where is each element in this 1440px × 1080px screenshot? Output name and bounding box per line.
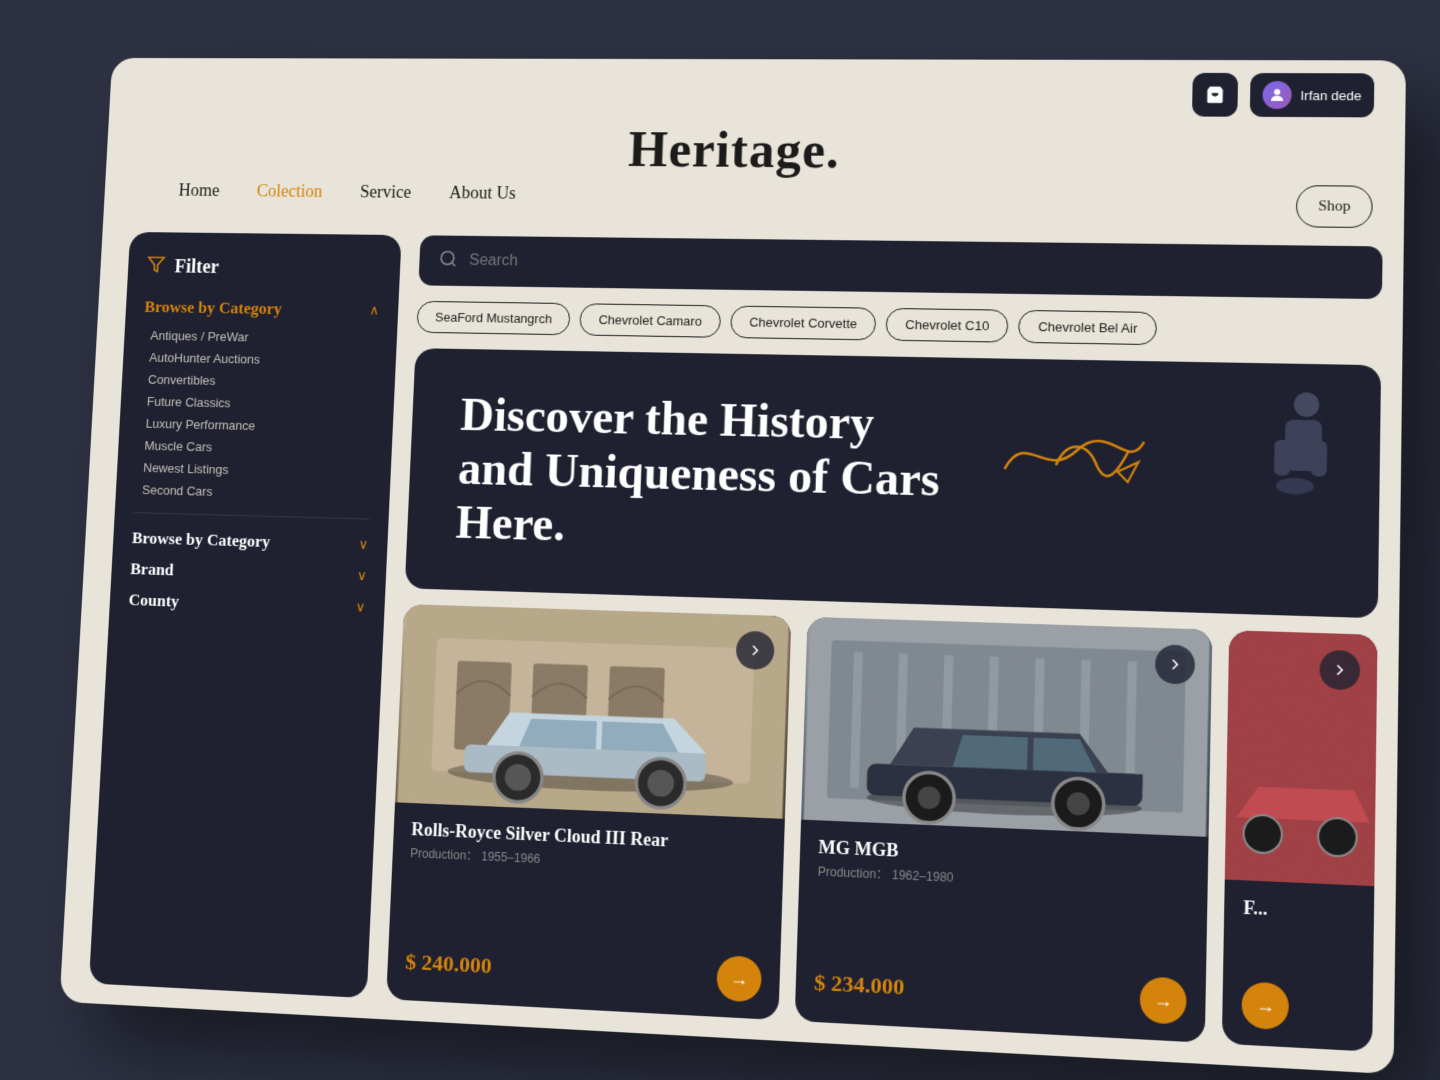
avatar [1263, 81, 1293, 109]
nav-about[interactable]: About Us [449, 183, 516, 204]
category-header-active[interactable]: Browse by Category ∧ [144, 298, 380, 321]
filter-icon [146, 255, 166, 279]
car-name-3: F... [1243, 897, 1355, 924]
collapsed-label: Browse by Category [131, 529, 270, 552]
list-item[interactable]: Future Classics [147, 394, 376, 413]
main-content: Filter Browse by Category ∧ Antiques / P… [89, 232, 1383, 1052]
cart-button[interactable] [1192, 73, 1238, 117]
car-card-mg-mgb: MG MGB Production： 1962–1980 $ 234.000 → [795, 616, 1213, 1042]
chip-camaro[interactable]: Chevrolet Camaro [579, 303, 721, 338]
divider [133, 512, 369, 519]
user-menu-button[interactable]: Irfan dede [1250, 73, 1374, 117]
chip-corvette[interactable]: Chevrolet Corvette [730, 306, 877, 341]
list-item[interactable]: Second Cars [142, 482, 371, 502]
brand-label: Brand [130, 559, 174, 580]
car-info-1: Rolls-Royce Silver Cloud III Rear Produc… [389, 802, 785, 958]
car-arrow-button-1[interactable]: → [716, 955, 762, 1003]
hero-title: Discover the History and Uniqueness of C… [455, 388, 956, 564]
top-bar: Irfan dede [109, 58, 1406, 131]
car-arrow-button-2[interactable]: → [1139, 976, 1186, 1025]
chevron-up-icon: ∧ [369, 302, 380, 319]
county-label: County [128, 590, 180, 611]
search-icon [438, 249, 458, 273]
category-browse-active: Browse by Category ∧ Antiques / PreWar A… [134, 298, 379, 503]
nav: Home Colection Service About Us [178, 180, 516, 203]
user-icon [1268, 86, 1287, 104]
car-info-2: MG MGB Production： 1962–1980 [797, 819, 1209, 979]
right-content: SeaFord Mustangrch Chevrolet Camaro Chev… [386, 235, 1382, 1051]
car-grid: Rolls-Royce Silver Cloud III Rear Produc… [386, 604, 1377, 1052]
user-name: Irfan dede [1300, 88, 1361, 103]
car-card-rolls-royce: Rolls-Royce Silver Cloud III Rear Produc… [386, 604, 791, 1020]
list-item[interactable]: Newest Listings [143, 460, 372, 480]
list-item[interactable]: Convertibles [148, 372, 376, 391]
filter-chips: SeaFord Mustangrch Chevrolet Camaro Chev… [416, 301, 1381, 349]
chevron-down-icon: ∨ [355, 599, 366, 616]
nav-collection[interactable]: Colection [256, 181, 323, 202]
car-price-1: $ 240.000 [405, 949, 492, 980]
category-label-active: Browse by Category [144, 298, 282, 319]
list-item[interactable]: Muscle Cars [144, 438, 373, 458]
county-section[interactable]: County ∨ [128, 590, 366, 617]
car-footer-3: → [1222, 980, 1373, 1051]
car-card-partial: F... → [1222, 630, 1378, 1052]
search-bar [418, 235, 1382, 299]
list-item[interactable]: Antiques / PreWar [150, 328, 378, 346]
car-image-rolls-royce [395, 604, 791, 819]
list-item[interactable]: Luxury Performance [145, 416, 374, 436]
sidebar: Filter Browse by Category ∧ Antiques / P… [89, 232, 402, 998]
car-info-3: F... [1223, 879, 1374, 988]
car-image-partial [1225, 630, 1378, 886]
search-input[interactable] [469, 252, 1361, 281]
hero-decoration [994, 409, 1150, 493]
category-items-list: Antiques / PreWar AutoHunter Auctions Co… [134, 328, 378, 503]
car-image-mg-mgb [801, 616, 1212, 836]
page-container: Irfan dede Heritage. Home Colection Serv… [60, 58, 1406, 1074]
nav-home[interactable]: Home [178, 180, 220, 200]
hero-banner: Discover the History and Uniqueness of C… [405, 348, 1381, 618]
car-arrow-button-3[interactable]: → [1241, 981, 1289, 1030]
filter-title: Filter [174, 256, 220, 278]
list-item[interactable]: AutoHunter Auctions [149, 350, 377, 369]
brand-section[interactable]: Brand ∨ [130, 559, 367, 586]
chip-belair[interactable]: Chevrolet Bel Air [1018, 310, 1157, 345]
chip-c10[interactable]: Chevrolet C10 [886, 308, 1009, 343]
shop-button[interactable]: Shop [1296, 185, 1373, 228]
hero-illustration [1252, 383, 1338, 512]
chip-seaford[interactable]: SeaFord Mustangrch [416, 301, 571, 335]
filter-header: Filter [146, 255, 381, 282]
nav-service[interactable]: Service [360, 182, 412, 203]
cart-icon [1205, 85, 1226, 105]
browse-category-2-section[interactable]: Browse by Category ∨ [131, 529, 368, 555]
chevron-down-icon: ∨ [358, 536, 369, 553]
chevron-down-icon: ∨ [357, 568, 368, 585]
car-price-2: $ 234.000 [814, 969, 905, 1001]
